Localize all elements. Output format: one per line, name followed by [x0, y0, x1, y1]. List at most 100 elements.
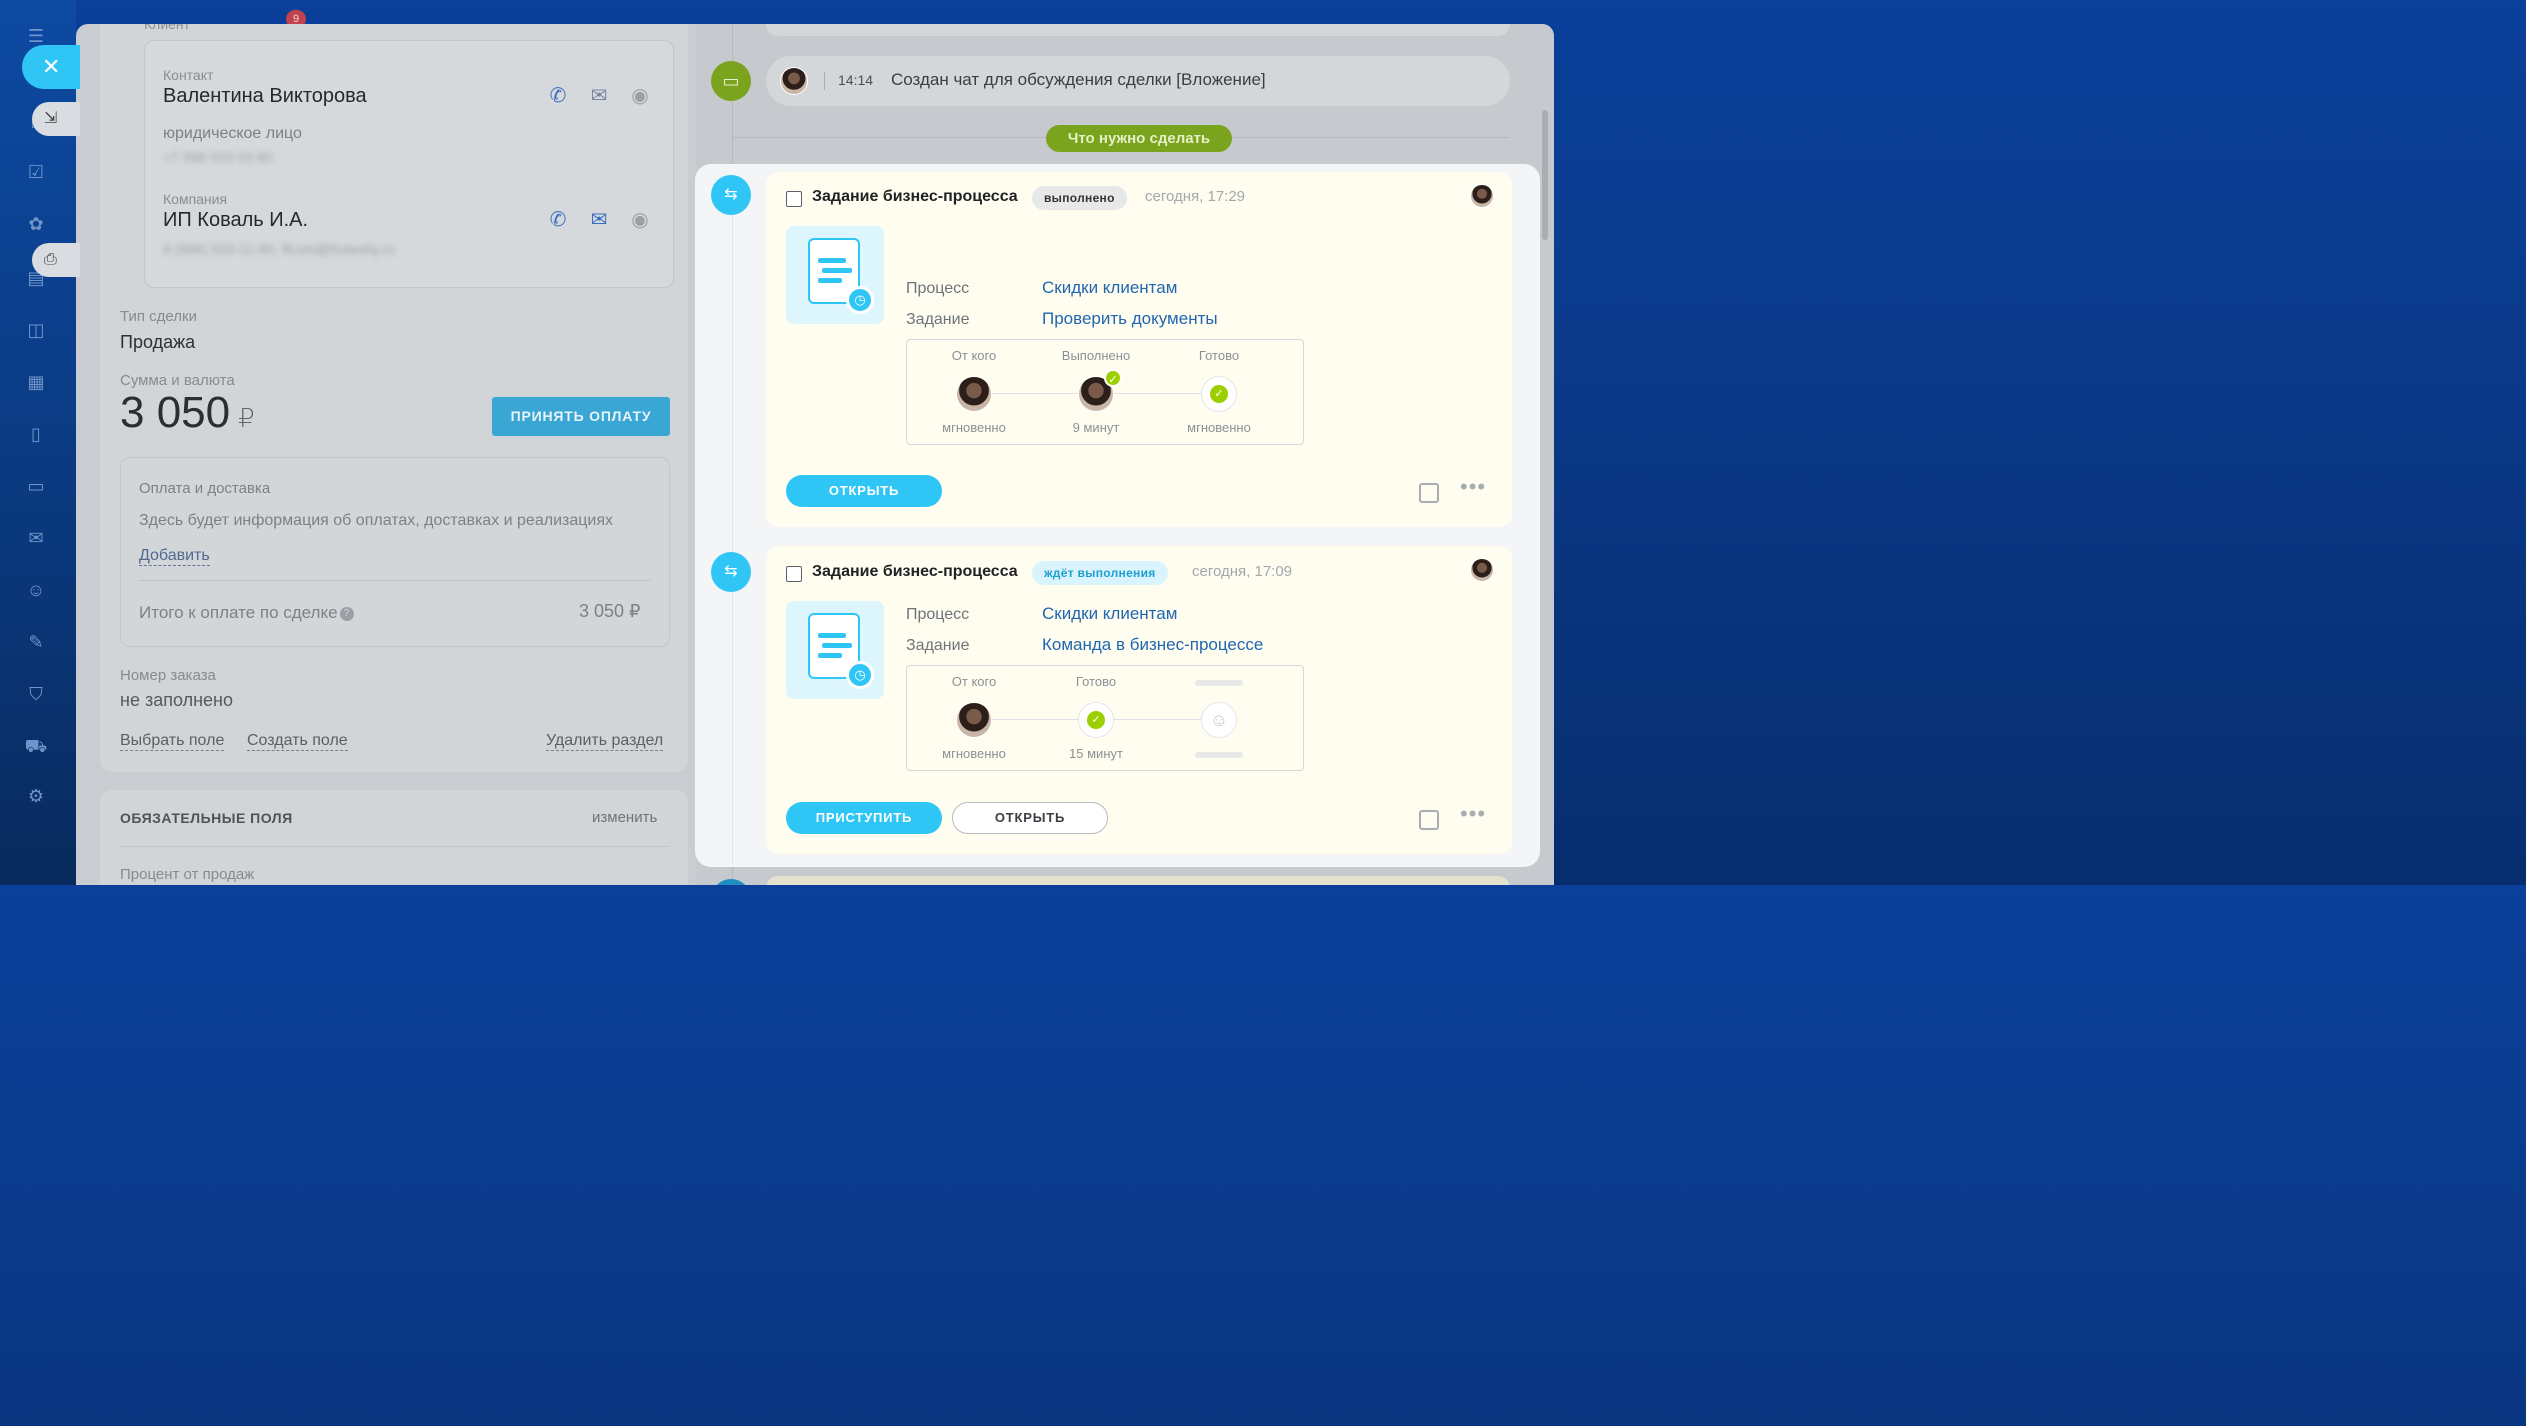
payment-delivery-box: Оплата и доставка Здесь будет информация… — [120, 457, 670, 647]
chat-icon[interactable]: ◫ — [24, 318, 48, 342]
add-payment-link[interactable]: Добавить — [139, 547, 210, 566]
help-icon[interactable]: ? — [339, 606, 354, 621]
step-head: Готово — [1198, 348, 1240, 363]
funnel-icon[interactable]: ⛉ — [24, 682, 48, 706]
mail-icon[interactable]: ✉ — [586, 207, 612, 233]
client-box: Контакт Валентина Викторова ✆ ✉ ◉ юридич… — [144, 40, 674, 288]
chat-icon[interactable]: ◉ — [627, 83, 653, 109]
divider — [120, 846, 670, 847]
phone-icon[interactable]: ✆ — [545, 207, 571, 233]
order-number-label: Номер заказа — [120, 667, 216, 684]
close-button[interactable]: ✕ — [22, 45, 80, 89]
card-title: Задание бизнес-процесса — [812, 188, 1018, 205]
user-placeholder-icon: ☺ — [1201, 702, 1237, 738]
business-process-icon: ⇆ — [711, 175, 751, 215]
process-steps: От кого мгновенно Выполнено ✓ 9 минут Го… — [906, 339, 1304, 445]
phone-icon[interactable]: ✆ — [545, 83, 571, 109]
deal-type-value: Продажа — [120, 332, 196, 352]
total-label: Итого к оплате по сделке? — [139, 603, 354, 623]
contact-name[interactable]: Валентина Викторова — [163, 85, 367, 108]
note-icon[interactable] — [1419, 810, 1439, 830]
sales-percent-label: Процент от продаж — [120, 866, 255, 883]
divider — [824, 72, 825, 90]
company-label: Компания — [163, 191, 228, 207]
file-icon[interactable]: ▯ — [24, 422, 48, 446]
print-button[interactable]: ⎙ — [32, 243, 80, 277]
todo-label: Что нужно сделать — [1046, 125, 1232, 152]
amount-label: Сумма и валюта — [120, 372, 235, 389]
edit-required-link[interactable]: изменить — [592, 809, 657, 826]
task-checkbox[interactable] — [786, 191, 802, 207]
mail-icon[interactable]: ✉ — [586, 83, 612, 109]
scrollbar[interactable] — [1542, 110, 1548, 240]
bp-document-icon: ◷ — [786, 226, 884, 324]
order-number-value: не заполнено — [120, 690, 233, 710]
task-link[interactable]: Команда в бизнес-процессе — [1042, 635, 1263, 655]
divider — [139, 580, 651, 581]
deal-slider: Клиент Контакт Валентина Викторова ✆ ✉ ◉… — [76, 24, 1554, 885]
required-fields-section: ОБЯЗАТЕЛЬНЫЕ ПОЛЯ изменить Процент от пр… — [100, 790, 688, 885]
delete-section-link[interactable]: Удалить раздел — [546, 732, 664, 751]
payment-info: Здесь будет информация об оплатах, доста… — [139, 512, 613, 529]
contacts-icon[interactable]: ☺ — [24, 578, 48, 602]
company-name[interactable]: ИП Коваль И.А. — [163, 209, 308, 232]
step-foot: 15 минут — [1069, 746, 1123, 761]
start-button[interactable]: ПРИСТУПИТЬ — [786, 802, 942, 834]
process-link[interactable]: Скидки клиентам — [1042, 278, 1177, 298]
card-icon[interactable]: ▭ — [24, 474, 48, 498]
placeholder-line — [1195, 752, 1243, 758]
minimize-button[interactable]: ⇲ — [32, 102, 80, 136]
tasks-icon[interactable]: ☑ — [24, 160, 48, 184]
avatar[interactable] — [1470, 558, 1494, 582]
client-section-label: Клиент — [144, 24, 191, 32]
placeholder-line — [1195, 680, 1243, 686]
open-button[interactable]: ОТКРЫТЬ — [952, 802, 1108, 834]
accept-payment-button[interactable]: ПРИНЯТЬ ОПЛАТУ — [492, 397, 670, 436]
task-link[interactable]: Проверить документы — [1042, 309, 1218, 329]
step-head: Готово — [1075, 674, 1117, 689]
create-field-link[interactable]: Создать поле — [247, 732, 348, 751]
status-badge: ждёт выполнения — [1032, 561, 1168, 585]
task-checkbox[interactable] — [786, 566, 802, 582]
avatar — [780, 67, 808, 95]
clock-icon: ◷ — [846, 286, 874, 314]
avatar[interactable] — [1470, 184, 1494, 208]
avatar — [956, 702, 992, 738]
company-details: 8 (996) 533-11-80, ffcom@fruteshy.ru — [163, 241, 396, 257]
amount-value: 3 050 — [120, 388, 231, 437]
timeline-line — [732, 184, 733, 864]
process-steps: От кого мгновенно Готово ✓ 15 минут ☺ — [906, 665, 1304, 771]
previous-entry — [766, 24, 1510, 36]
required-fields-title: ОБЯЗАТЕЛЬНЫЕ ПОЛЯ — [120, 810, 293, 826]
task-label: Задание — [906, 311, 970, 328]
step-head: Выполнено — [1061, 348, 1131, 363]
process-link[interactable]: Скидки клиентам — [1042, 604, 1177, 624]
truck-icon[interactable]: ⛟ — [24, 734, 48, 758]
open-button[interactable]: ОТКРЫТЬ — [786, 475, 942, 507]
entry-text[interactable]: Создан чат для обсуждения сделки [Вложен… — [891, 70, 1266, 90]
feed-icon[interactable]: ✿ — [24, 212, 48, 236]
step-foot: мгновенно — [942, 746, 1006, 761]
chat-created-entry: 14:14 Создан чат для обсуждения сделки [… — [766, 56, 1510, 106]
entry-time: 14:14 — [838, 72, 874, 88]
card-title: Задание бизнес-процесса — [812, 563, 1018, 580]
step-foot: 9 минут — [1072, 420, 1120, 435]
deal-amount: 3 050 ₽ — [120, 388, 255, 438]
contact-label: Контакт — [163, 67, 214, 83]
card-time: сегодня, 17:29 — [1145, 188, 1246, 205]
mail-icon[interactable]: ✉ — [24, 526, 48, 550]
bp-document-icon: ◷ — [786, 601, 884, 699]
done-icon: ✓ — [1078, 702, 1114, 738]
chat-icon: ▭ — [711, 61, 751, 101]
more-icon[interactable]: ••• — [1460, 474, 1486, 500]
bp-task-card: Задание бизнес-процесса выполнено сегодн… — [766, 172, 1512, 527]
process-label: Процесс — [906, 280, 970, 297]
calendar-icon[interactable]: ▦ — [24, 370, 48, 394]
pen-icon[interactable]: ✎ — [24, 630, 48, 654]
check-icon: ✓ — [1104, 369, 1122, 387]
chat-icon[interactable]: ◉ — [627, 207, 653, 233]
more-icon[interactable]: ••• — [1460, 801, 1486, 827]
settings-icon[interactable]: ⚙ — [24, 784, 48, 808]
note-icon[interactable] — [1419, 483, 1439, 503]
select-field-link[interactable]: Выбрать поле — [120, 732, 225, 751]
